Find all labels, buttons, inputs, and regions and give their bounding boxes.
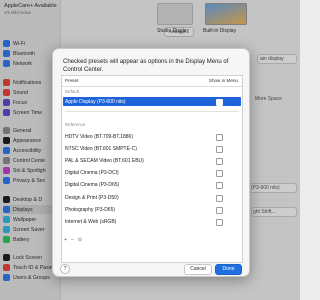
show-in-menu-checkbox[interactable]	[216, 145, 223, 153]
show-in-menu-checkbox[interactable]	[216, 182, 223, 190]
show-in-menu-checkbox[interactable]	[216, 170, 223, 178]
show-in-menu-checkbox[interactable]	[216, 157, 223, 165]
preset-label: Design & Print (P3-D50)	[65, 194, 119, 201]
table-tools: + − ⊙	[64, 236, 82, 243]
show-in-menu-checkbox[interactable]	[216, 98, 223, 106]
table-row[interactable]: Photography (P3-D65)	[63, 205, 241, 214]
sheet-title: Checked presets will appear as options i…	[63, 59, 229, 73]
add-preset-button[interactable]: +	[64, 237, 67, 243]
show-in-menu-checkbox[interactable]	[216, 206, 223, 214]
preset-label: Internet & Web (sRGB)	[65, 218, 117, 225]
done-button[interactable]: Done	[215, 264, 242, 275]
show-in-menu-checkbox[interactable]	[216, 133, 223, 141]
preset-label: Photography (P3-D65)	[65, 206, 116, 213]
divider	[65, 111, 239, 112]
table-row[interactable]: Apple Display (P3-600 nits)	[63, 97, 241, 106]
help-button[interactable]: ?	[60, 264, 70, 274]
table-row[interactable]: Digital Cinema (P3-D65)	[63, 181, 241, 190]
column-header-show-in-menu[interactable]: Show in Menu	[209, 78, 238, 83]
display-presets-sheet: Checked presets will appear as options i…	[52, 48, 250, 277]
table-header: Preset Show in Menu	[62, 76, 242, 87]
table-row[interactable]: HDTV Video (BT.709-BT.1886)	[63, 132, 241, 141]
preset-label: Digital Cinema (P3-DCI)	[65, 170, 119, 177]
group-label-default: Default	[65, 89, 79, 94]
table-row[interactable]: PAL & SECAM Video (BT.601 EBU)	[63, 156, 241, 165]
table-row[interactable]: Design & Print (P3-D50)	[63, 193, 241, 202]
more-options-icon[interactable]: ⊙	[78, 237, 82, 243]
preset-label: Digital Cinema (P3-D65)	[65, 182, 120, 189]
presets-table: Preset Show in Menu Default Apple Displa…	[61, 75, 243, 263]
remove-preset-button[interactable]: −	[71, 237, 74, 243]
table-row[interactable]: NTSC Video (BT.601 SMPTE-C)	[63, 144, 241, 153]
preset-label: HDTV Video (BT.709-BT.1886)	[65, 133, 133, 140]
show-in-menu-checkbox[interactable]	[216, 218, 223, 226]
table-row[interactable]: Internet & Web (sRGB)	[63, 217, 241, 226]
preset-label: Apple Display (P3-600 nits)	[65, 98, 126, 105]
group-label-reference: Reference	[65, 122, 86, 127]
preset-label: NTSC Video (BT.601 SMPTE-C)	[65, 145, 137, 152]
column-header-preset[interactable]: Preset	[65, 78, 78, 83]
show-in-menu-checkbox[interactable]	[216, 194, 223, 202]
cancel-button[interactable]: Cancel	[184, 264, 212, 275]
table-row[interactable]: Digital Cinema (P3-DCI)	[63, 169, 241, 178]
preset-label: PAL & SECAM Video (BT.601 EBU)	[65, 157, 144, 164]
